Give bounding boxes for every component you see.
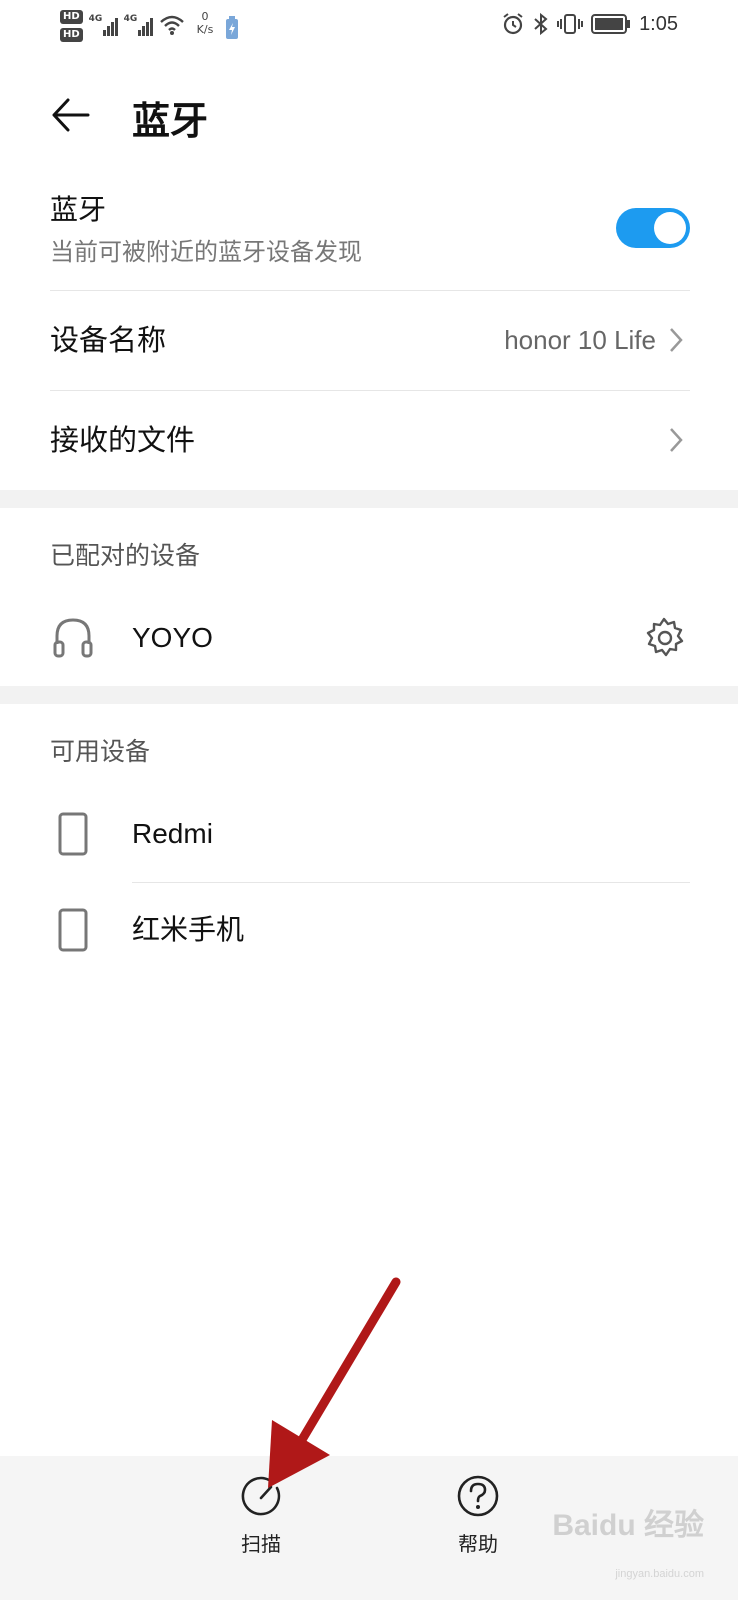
help-label: 帮助 [458, 1532, 498, 1556]
wifi-icon [159, 15, 184, 35]
status-right: 1:05 [501, 12, 678, 36]
paired-device-row[interactable]: YOYO [50, 590, 690, 686]
battery-saver-icon [226, 16, 239, 39]
paired-device-name: YOYO [132, 622, 213, 653]
phone-icon [58, 908, 88, 952]
status-left: HD HD 4G 4G 0 K/s [60, 10, 239, 42]
bluetooth-toggle-row[interactable]: 蓝牙 当前可被附近的蓝牙设备发现 [50, 188, 690, 284]
bluetooth-switch[interactable] [616, 208, 690, 248]
network-type-2: 4G [123, 14, 138, 24]
scan-icon [241, 1476, 281, 1516]
back-arrow-icon[interactable] [50, 94, 92, 136]
available-device-row[interactable]: 红米手机 [50, 882, 690, 978]
speed-value: 0 [201, 10, 209, 23]
page-header: 蓝牙 [0, 82, 738, 146]
watermark-logo: Baidu 经验 [552, 1509, 704, 1542]
status-bar: HD HD 4G 4G 0 K/s 1:05 [0, 0, 738, 56]
help-button[interactable]: 帮助 [433, 1474, 523, 1557]
headset-icon [53, 618, 93, 658]
available-devices-heading: 可用设备 [50, 737, 151, 766]
phone-icon [58, 812, 88, 856]
switch-knob [654, 212, 686, 244]
chevron-right-icon [670, 428, 683, 452]
battery-icon [591, 14, 631, 34]
device-name-row[interactable]: 设备名称 honor 10 Life [50, 290, 690, 390]
device-name-label: 设备名称 [50, 323, 167, 357]
bluetooth-title: 蓝牙 [50, 193, 107, 226]
network-speed: 0 K/s [197, 10, 214, 36]
available-device-name: 红米手机 [132, 913, 245, 946]
speed-unit: K/s [196, 23, 214, 36]
signal-2-icon: 4G [124, 14, 153, 36]
chevron-right-icon [670, 328, 683, 352]
device-name-value: honor 10 Life [504, 325, 656, 355]
section-gap [0, 490, 738, 508]
hd-badge-1: HD [60, 10, 83, 24]
available-device-row[interactable]: Redmi [50, 786, 690, 882]
watermark-url: jingyan.baidu.com [615, 1568, 704, 1580]
received-files-label: 接收的文件 [50, 423, 196, 457]
signal-1-icon: 4G [89, 14, 118, 36]
section-gap [0, 686, 738, 704]
hd-badge-2: HD [60, 28, 83, 42]
status-time: 1:05 [639, 12, 678, 35]
help-icon [457, 1475, 499, 1517]
available-device-name: Redmi [132, 818, 213, 849]
vibrate-icon [557, 14, 584, 34]
network-type-1: 4G [88, 14, 103, 24]
received-files-row[interactable]: 接收的文件 [50, 390, 690, 490]
gear-icon[interactable] [642, 616, 686, 660]
bluetooth-icon [534, 12, 548, 36]
scan-button[interactable]: 扫描 [216, 1474, 306, 1557]
alarm-icon [503, 13, 523, 35]
page-title: 蓝牙 [132, 99, 209, 143]
hd-indicators: HD HD [60, 10, 83, 42]
paired-devices-heading: 已配对的设备 [50, 541, 201, 570]
scan-label: 扫描 [241, 1532, 281, 1556]
bluetooth-subtitle: 当前可被附近的蓝牙设备发现 [50, 238, 362, 266]
